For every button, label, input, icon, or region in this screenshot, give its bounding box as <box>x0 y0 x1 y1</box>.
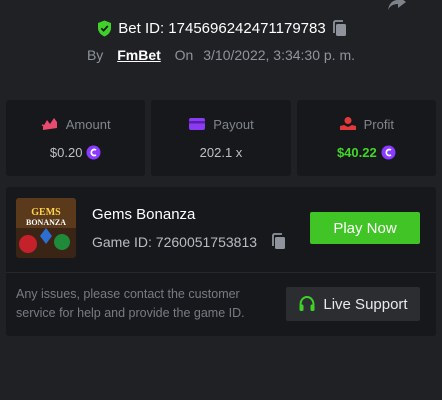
coin-icon <box>86 145 101 160</box>
divider <box>6 272 436 273</box>
headset-icon <box>299 295 315 311</box>
bet-meta: By FmBet On 3/10/2022, 3:34:30 p. m. <box>0 47 442 63</box>
stat-label: Payout <box>213 116 254 132</box>
play-now-button[interactable]: Play Now <box>310 212 420 244</box>
copy-icon[interactable] <box>332 20 347 37</box>
support-message: Any issues, please contact the customer … <box>16 287 245 320</box>
game-title: Gems Bonanza <box>92 206 196 223</box>
on-label: On <box>174 47 194 63</box>
stat-profit: Profit $40.22 <box>296 100 436 176</box>
username-link[interactable]: FmBet <box>117 47 161 63</box>
stat-label: Amount <box>65 116 111 132</box>
stats-row: Amount $0.20 Payout 202.1 x Profit $40.2… <box>6 100 436 176</box>
stat-value: $0.20 <box>49 145 83 160</box>
stat-label: Profit <box>363 116 394 132</box>
card-icon <box>189 118 206 130</box>
copy-icon[interactable] <box>271 233 286 250</box>
game-thumbnail[interactable]: GEMS BONANZA <box>16 198 76 258</box>
bet-id: Bet ID: 1745696242471179783 <box>118 20 326 37</box>
stat-amount: Amount $0.20 <box>6 100 146 176</box>
stat-value: 202.1 x <box>199 145 243 160</box>
thumb-title-2: BONANZA <box>26 218 66 227</box>
stat-payout: Payout 202.1 x <box>151 100 291 176</box>
coin-icon <box>381 145 396 160</box>
money-wings-icon <box>41 118 57 130</box>
game-card: GEMS BONANZA Gems Bonanza Game ID: 72600… <box>6 187 436 336</box>
shield-check-icon <box>98 20 112 37</box>
game-id-row: Game ID: 7260051753813 <box>92 233 286 250</box>
thumb-title-1: GEMS <box>31 207 61 218</box>
live-support-button[interactable]: Live Support <box>286 287 420 321</box>
hand-coin-icon <box>339 117 356 130</box>
share-icon[interactable] <box>386 0 408 12</box>
bet-id-row: Bet ID: 1745696242471179783 <box>0 20 442 37</box>
bet-date: 3/10/2022, 3:34:30 p. m. <box>203 47 356 63</box>
stat-value: $40.22 <box>336 145 377 160</box>
live-support-label: Live Support <box>323 295 408 313</box>
game-id: Game ID: 7260051753813 <box>92 233 258 250</box>
by-label: By <box>86 47 104 63</box>
